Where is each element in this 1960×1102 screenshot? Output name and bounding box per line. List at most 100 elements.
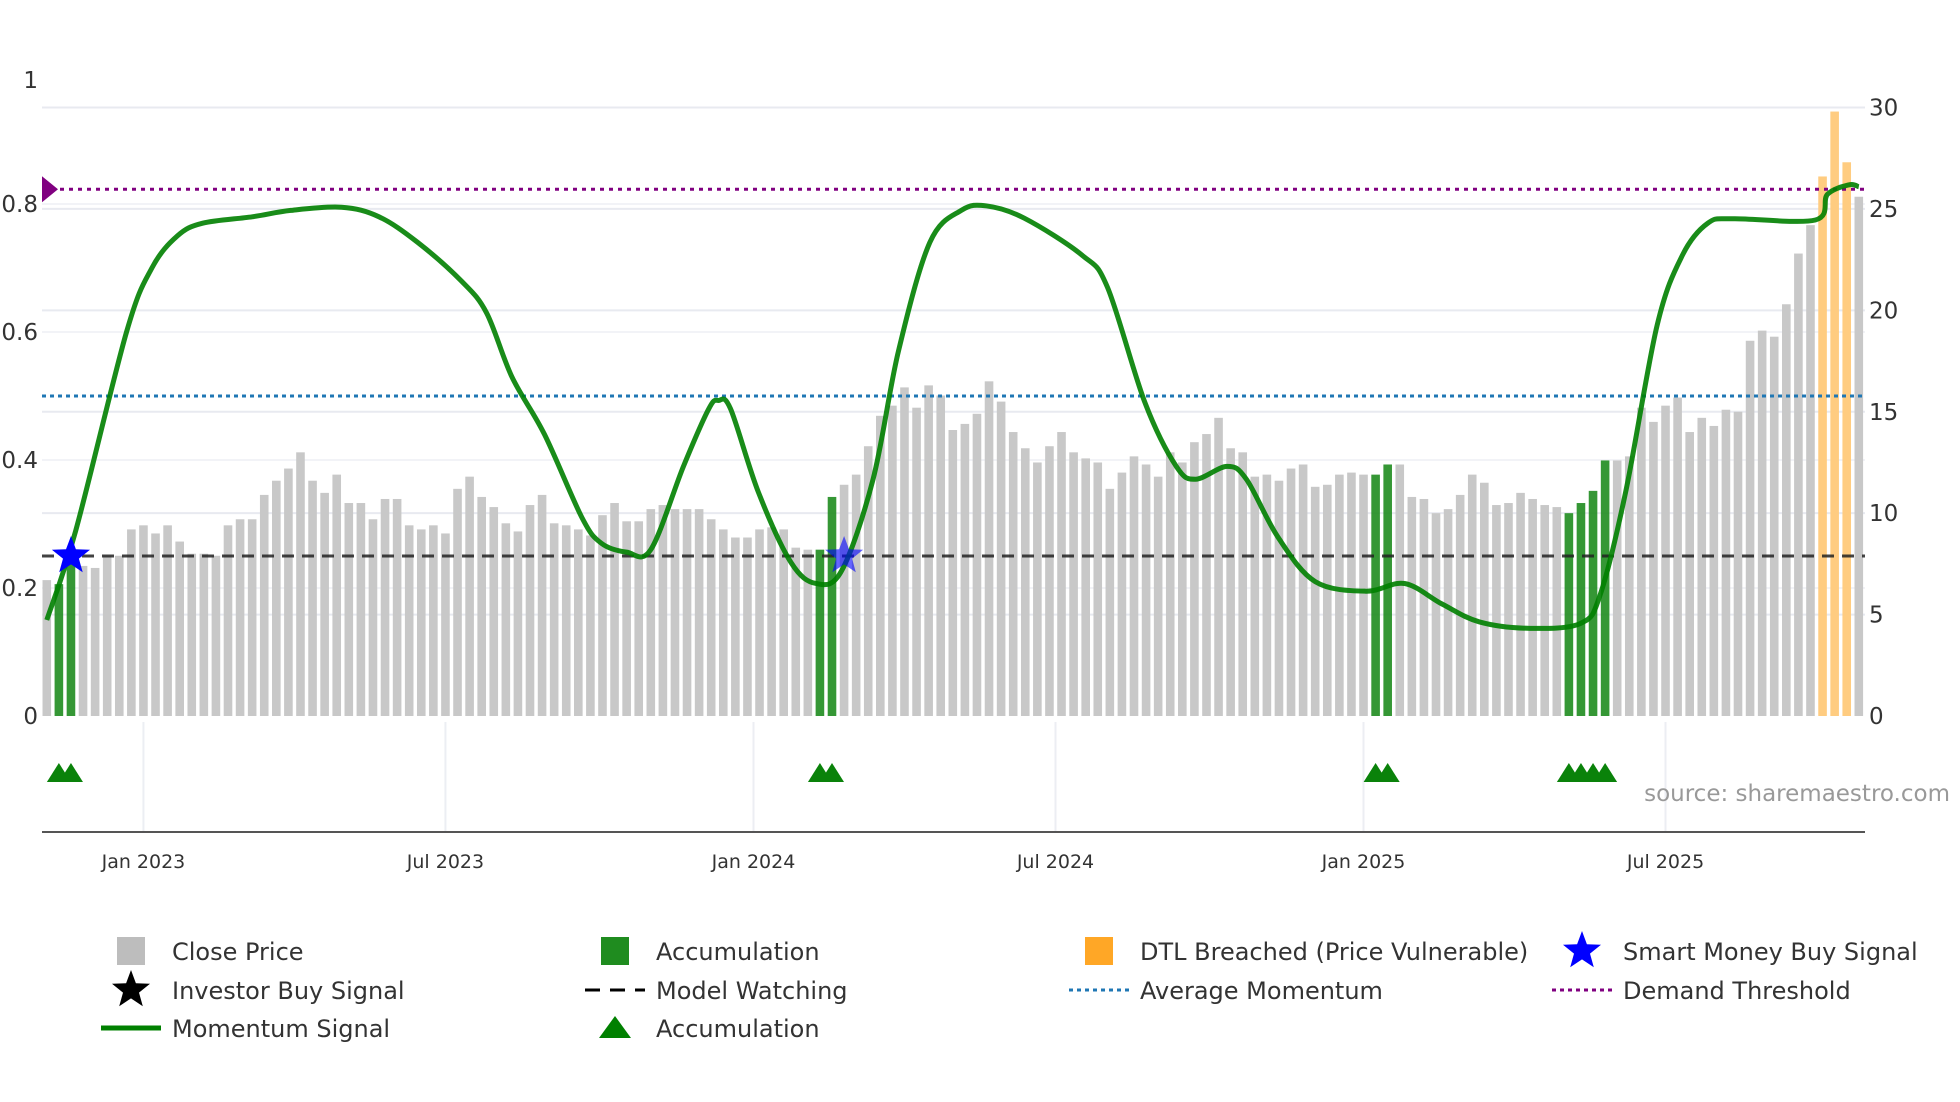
right-axis-tick-label: 10: [1869, 501, 1898, 527]
legend-label: Accumulation: [656, 938, 820, 966]
close-price-bar: [1274, 480, 1284, 716]
left-axis-tick-label: 1: [23, 68, 38, 94]
x-axis-date-label: Jan 2023: [101, 851, 186, 873]
close-price-bar: [1286, 468, 1296, 716]
close-price-bar: [284, 468, 293, 716]
left-axis-tick-label: 0.8: [1, 192, 38, 218]
close-price-bar: [670, 509, 680, 716]
chart: 00.20.40.60.81051015202530Jan 2023 Jul 20…: [1, 68, 1950, 1043]
close-price-bar: [489, 507, 499, 716]
close-price-bar: [574, 529, 583, 716]
close-price-bar: [1105, 488, 1115, 716]
close-price-bar: [1637, 407, 1646, 716]
close-price-bar: [90, 567, 100, 716]
close-price-bar: [199, 553, 209, 716]
close-price-bar: [332, 474, 342, 716]
close-price-bar: [1395, 464, 1405, 716]
close-price-bar: [948, 430, 958, 716]
close-price-bar: [392, 498, 402, 716]
close-price-bar: [308, 480, 317, 716]
close-price-bar: [211, 555, 221, 716]
close-price-bar: [441, 533, 450, 716]
close-price-bar: [1165, 452, 1175, 716]
close-price-bar: [1721, 409, 1731, 716]
legend-label: Investor Buy Signal: [172, 977, 405, 1005]
close-price-bar: [453, 488, 462, 716]
legend-label: Demand Threshold: [1623, 977, 1851, 1005]
close-price-bar: [1093, 462, 1103, 716]
close-price-bar: [102, 555, 112, 716]
accumulation-bar: [54, 584, 64, 716]
close-price-bar: [1298, 464, 1308, 716]
close-price-bar: [1250, 476, 1260, 716]
legend-item: Average Momentum: [1069, 977, 1383, 1005]
close-price-bar: [1733, 411, 1743, 716]
legend-item: Accumulation: [599, 1015, 820, 1043]
close-price-bar: [368, 519, 378, 716]
close-price-bar: [1117, 472, 1127, 716]
right-axis-tick-label: 0: [1869, 704, 1884, 730]
legend-label: Momentum Signal: [172, 1015, 390, 1043]
close-price-bar: [272, 480, 281, 716]
close-price-bar: [404, 525, 414, 716]
dtl-breached-bar: [1818, 176, 1827, 717]
close-price-bar: [1528, 498, 1537, 716]
close-price-bar: [187, 553, 197, 716]
close-price-bar: [78, 565, 88, 716]
close-price-bar: [163, 525, 172, 716]
legend-label: Accumulation: [656, 1015, 820, 1043]
close-price-bar: [1612, 460, 1622, 716]
accumulation-bar: [1383, 464, 1392, 716]
close-price-bar: [888, 405, 897, 716]
close-price-bar: [1310, 486, 1320, 716]
close-price-bar: [465, 476, 474, 716]
close-price-bar: [1516, 492, 1525, 716]
close-price-bar: [296, 452, 305, 716]
close-price-bar: [1782, 304, 1791, 716]
close-price-bar: [1238, 452, 1248, 716]
close-price-bar: [900, 387, 909, 716]
close-price-bar: [1322, 484, 1332, 716]
close-price-bar: [1020, 448, 1030, 716]
close-price-bar: [1069, 452, 1078, 716]
close-price-bar: [706, 519, 716, 716]
close-price-bar: [682, 509, 692, 716]
close-price-bar: [1492, 505, 1501, 716]
right-axis-tick-label: 15: [1869, 400, 1898, 426]
close-price-bar: [694, 509, 704, 716]
close-price-bar: [1214, 417, 1223, 716]
close-price-bar: [1540, 505, 1550, 716]
close-price-bar: [247, 519, 257, 716]
close-price-bar: [501, 523, 511, 716]
close-price-bar: [610, 503, 619, 716]
legend-item: Close Price: [117, 937, 304, 966]
close-price-bar: [513, 531, 523, 716]
accumulation-bar: [66, 555, 76, 716]
close-price-bar: [1431, 513, 1441, 716]
close-price-bar: [1504, 503, 1513, 716]
accumulation-bar: [815, 549, 825, 716]
legend-triangle-icon: [599, 1016, 631, 1038]
close-price-bar: [1455, 494, 1465, 716]
close-price-bar: [1081, 458, 1090, 716]
close-price-bar: [996, 401, 1006, 716]
close-price-bar: [1407, 496, 1417, 716]
legend-item: Investor Buy Signal: [112, 970, 405, 1007]
x-axis-date-label: Jan 2024: [711, 851, 796, 873]
close-price-bar: [1226, 448, 1235, 716]
legend-label: DTL Breached (Price Vulnerable): [1140, 938, 1528, 966]
close-price-bar: [1347, 472, 1356, 716]
close-price-bar: [743, 537, 752, 716]
accumulation-bar: [1371, 474, 1380, 716]
close-price-bar: [984, 381, 994, 716]
close-price-bar: [972, 413, 982, 716]
close-price-bar: [912, 407, 921, 716]
close-price-bar: [42, 580, 52, 716]
close-price-bar: [839, 484, 849, 716]
close-price-bar: [525, 505, 535, 716]
left-axis-tick-label: 0.4: [1, 448, 38, 474]
x-axis-date-label: Jan 2025: [1321, 851, 1406, 873]
x-axis-date-label: Jul 2025: [1626, 851, 1704, 873]
legend-label: Close Price: [172, 938, 304, 966]
dtl-breached-bar: [1842, 162, 1852, 716]
